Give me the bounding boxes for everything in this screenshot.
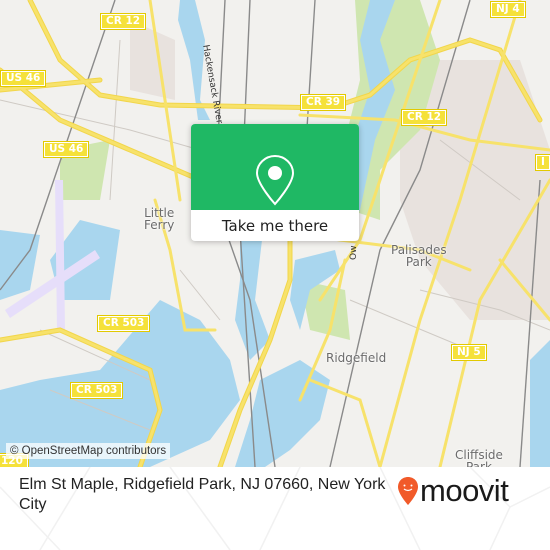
moovit-pin-logo-icon xyxy=(398,477,418,505)
take-me-there-button[interactable]: Take me there xyxy=(191,210,359,241)
route-shield-nj4: NJ 4 xyxy=(490,1,526,18)
route-shield-us46: US 46 xyxy=(0,70,47,87)
route-shield-interstate: I xyxy=(535,154,550,171)
map-pin-icon xyxy=(255,154,295,206)
water-hackensack-mid xyxy=(235,240,270,360)
route-shield-nj5: NJ 5 xyxy=(451,344,487,361)
moovit-logo[interactable]: moovit xyxy=(397,473,509,508)
runway-2 xyxy=(55,180,65,330)
popup-header xyxy=(191,124,359,210)
road-label-overpeck: Ow xyxy=(349,245,359,260)
water-hudson xyxy=(530,340,550,467)
place-label-palisades-park: Palisades Park xyxy=(391,243,447,269)
location-popup: Take me there xyxy=(191,124,359,241)
place-label-ridgefield: Ridgefield xyxy=(326,351,387,365)
map-view[interactable]: CR 12 US 46 US 46 CR 39 CR 12 NJ 4 I CR … xyxy=(0,0,550,467)
place-label-little-ferry: Little Ferry xyxy=(144,206,175,232)
address-text: Elm St Maple, Ridgefield Park, NJ 07660,… xyxy=(19,476,386,513)
route-shield-cr12: CR 12 xyxy=(400,109,448,126)
route-shield-cr503: CR 503 xyxy=(69,382,124,399)
route-shield-cr39: CR 39 xyxy=(299,94,347,111)
water-west xyxy=(0,230,40,300)
footer: Elm St Maple, Ridgefield Park, NJ 07660,… xyxy=(0,467,550,550)
urban-area-north xyxy=(130,20,175,100)
place-label-cliffside-park: Cliffside Park xyxy=(455,448,503,467)
route-shield-us46: US 46 xyxy=(42,141,90,158)
route-shield-cr503: CR 503 xyxy=(96,315,151,332)
moovit-wordmark: moovit xyxy=(420,473,509,508)
route-shield-cr12: CR 12 xyxy=(99,13,147,30)
map-attribution[interactable]: © OpenStreetMap contributors xyxy=(6,443,171,459)
